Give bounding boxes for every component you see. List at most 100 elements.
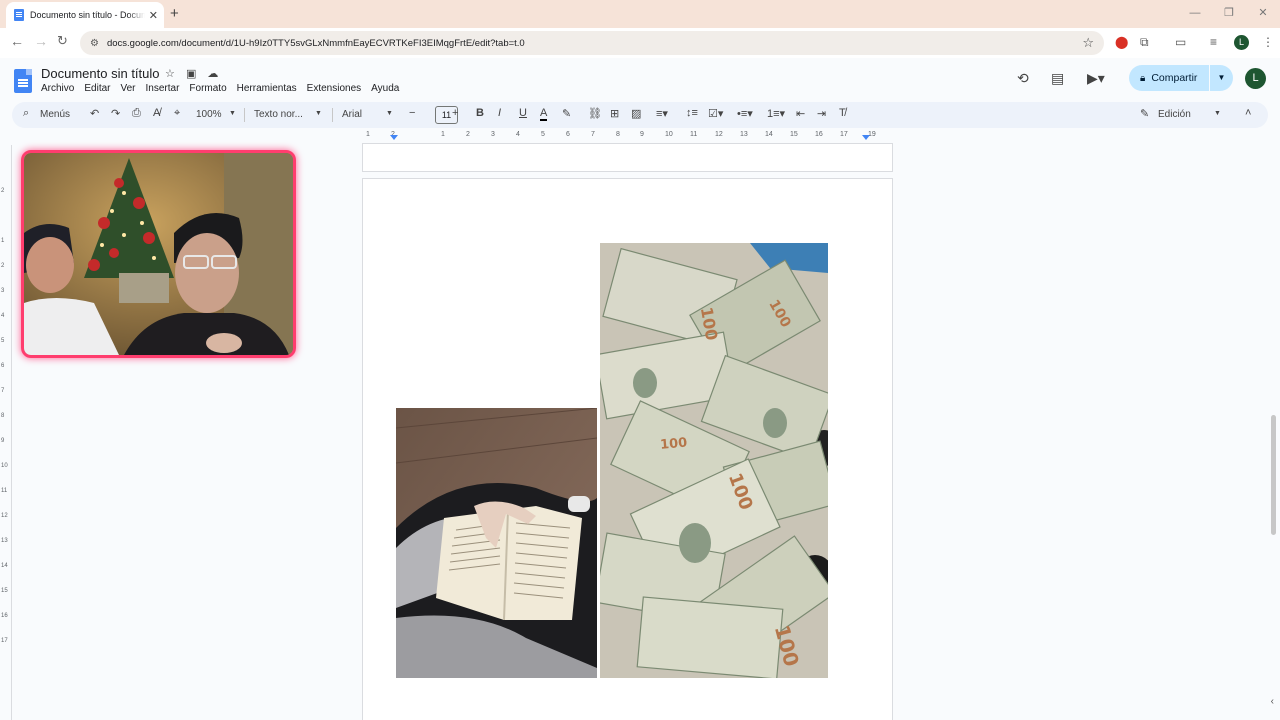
lock-icon: 🔒︎	[1140, 72, 1146, 84]
vruler-tick: 3	[1, 288, 5, 294]
ruler-tick: 14	[765, 131, 773, 138]
style-chevron-down-icon[interactable]: ▼	[315, 110, 322, 117]
hide-menus-chevron-up-icon[interactable]: ˄	[1245, 107, 1251, 119]
menu-ayuda[interactable]: Ayuda	[371, 83, 399, 94]
restore-icon[interactable]: ❐	[1212, 0, 1246, 28]
menu-archivo[interactable]: Archivo	[41, 83, 74, 94]
increase-font-size-icon[interactable]: +	[452, 107, 458, 119]
bulleted-list-icon[interactable]: •≡▾	[737, 107, 753, 120]
version-history-icon[interactable]: ⟲	[1017, 70, 1029, 87]
vertical-scrollbar[interactable]	[1271, 415, 1276, 535]
bold-icon[interactable]: B	[476, 107, 484, 119]
vruler-tick: 5	[1, 338, 5, 344]
menu-editar[interactable]: Editar	[84, 83, 110, 94]
share-dropdown-icon[interactable]: ▼	[1209, 65, 1233, 91]
close-tab-icon[interactable]: ✕	[149, 9, 158, 22]
cloud-saved-icon[interactable]: ☁	[207, 68, 218, 80]
print-icon[interactable]: ⎙	[132, 107, 141, 120]
checklist-icon[interactable]: ☑▾	[708, 107, 723, 120]
insert-link-icon[interactable]: ⛓	[588, 107, 602, 120]
decrease-font-size-icon[interactable]: −	[409, 107, 415, 119]
vruler-tick: 1	[1, 238, 5, 244]
title-icons: ☆ ▣ ☁	[165, 67, 226, 80]
reading-list-icon[interactable]: ≡	[1210, 35, 1217, 49]
browser-tab[interactable]: Documento sin título - Docume ✕	[6, 2, 164, 28]
window-controls: — ❐ ✕	[1178, 0, 1280, 28]
browser-menu-icon[interactable]: ⋮	[1262, 35, 1274, 49]
docs-favicon-icon	[14, 9, 24, 21]
reload-icon[interactable]: ↻	[57, 33, 68, 49]
numbered-list-icon[interactable]: 1≡▾	[767, 107, 785, 120]
url-text: docs.google.com/document/d/1U-h9Iz0TTY5s…	[106, 37, 525, 49]
menu-insertar[interactable]: Insertar	[146, 83, 180, 94]
vruler-tick: 16	[1, 613, 8, 619]
increase-indent-icon[interactable]: ⇥	[817, 107, 826, 120]
account-avatar[interactable]: L	[1245, 68, 1266, 89]
decrease-indent-icon[interactable]: ⇤	[796, 107, 805, 120]
browser-tab-strip: Documento sin título - Docume ✕ + — ❐ ✕	[0, 0, 1280, 28]
forward-icon[interactable]: →	[34, 33, 48, 49]
paragraph-style-select[interactable]: Texto nor...	[254, 109, 303, 120]
underline-icon[interactable]: U	[519, 107, 527, 119]
extensions-puzzle-icon[interactable]: ⧉	[1140, 35, 1149, 50]
bookmark-star-icon[interactable]: ☆	[1082, 35, 1094, 51]
cast-icon[interactable]: ▭	[1175, 35, 1186, 49]
close-window-icon[interactable]: ✕	[1246, 0, 1280, 28]
document-title[interactable]: Documento sin título	[41, 66, 160, 81]
ruler-tick: 4	[516, 131, 520, 138]
search-menus-icon[interactable]: ⌕	[23, 107, 29, 120]
paint-format-icon[interactable]: ⌖	[174, 107, 180, 120]
menu-ver[interactable]: Ver	[120, 83, 135, 94]
zoom-chevron-down-icon[interactable]: ▼	[229, 110, 236, 117]
font-chevron-down-icon[interactable]: ▼	[386, 110, 393, 117]
menu-extensiones[interactable]: Extensiones	[307, 83, 361, 94]
share-button[interactable]: 🔒︎ Compartir ▼	[1129, 65, 1233, 91]
move-folder-icon[interactable]: ▣	[186, 68, 196, 80]
vruler-tick: 7	[1, 388, 5, 394]
search-menus-label[interactable]: Menús	[40, 109, 70, 120]
undo-icon[interactable]: ↶	[90, 107, 99, 120]
site-info-icon[interactable]: ⚙	[90, 38, 99, 49]
document-page-1-bottom[interactable]	[362, 144, 893, 172]
docs-logo-icon[interactable]	[14, 69, 32, 93]
horizontal-ruler[interactable]: 1 2 1 2 3 4 5 6 7 8 9 10 11 12 13 14 15 …	[362, 130, 893, 143]
mode-chevron-down-icon[interactable]: ▼	[1214, 110, 1221, 117]
omnibox[interactable]: ⚙ docs.google.com/document/d/1U-h9Iz0TTY…	[80, 31, 1104, 55]
toolbar-divider	[244, 108, 245, 122]
book-photo-image[interactable]	[396, 408, 597, 678]
back-icon[interactable]: ←	[10, 33, 24, 49]
browser-profile-avatar[interactable]: L	[1234, 35, 1249, 50]
comments-icon[interactable]: ▤	[1051, 70, 1064, 87]
line-spacing-icon[interactable]: ↕≡	[686, 107, 698, 119]
redo-icon[interactable]: ↷	[111, 107, 120, 120]
meet-icon[interactable]: ▶▾	[1087, 70, 1105, 87]
address-bar-row: ← → ↻ ⚙ docs.google.com/document/d/1U-h9…	[0, 28, 1280, 58]
editing-mode-select[interactable]: Edición	[1158, 109, 1191, 120]
new-tab-icon[interactable]: +	[170, 5, 179, 22]
zoom-select[interactable]: 100%	[196, 109, 222, 120]
menu-herramientas[interactable]: Herramientas	[237, 83, 297, 94]
clear-formatting-icon[interactable]: T̸	[839, 107, 846, 119]
minimize-icon[interactable]: —	[1178, 0, 1212, 28]
ruler-tick: 13	[740, 131, 748, 138]
text-color-icon[interactable]: A	[540, 107, 548, 121]
money-pile-image[interactable]: 100 100 100 100 100	[600, 243, 828, 678]
add-comment-icon[interactable]: ⊞	[610, 107, 619, 120]
left-indent-marker[interactable]	[390, 135, 398, 140]
opera-extension-icon[interactable]: ⬤	[1115, 35, 1128, 49]
star-icon[interactable]: ☆	[165, 68, 175, 80]
vruler-tick: 15	[1, 588, 8, 594]
right-indent-marker[interactable]	[862, 135, 870, 140]
ruler-tick: 5	[541, 131, 545, 138]
toolbar-divider	[332, 108, 333, 122]
insert-image-icon[interactable]: ▨	[631, 107, 641, 120]
side-panel-chevron-left-icon[interactable]: ‹	[1271, 696, 1274, 707]
spellcheck-icon[interactable]: A̸	[153, 107, 160, 119]
align-icon[interactable]: ≡▾	[656, 107, 668, 120]
menu-formato[interactable]: Formato	[189, 83, 226, 94]
highlight-icon[interactable]: ✎	[562, 107, 571, 120]
editing-mode-pencil-icon[interactable]: ✎	[1140, 107, 1149, 120]
vertical-ruler[interactable]: 2 1 2 3 4 5 6 7 8 9 10 11 12 13 14 15 16…	[0, 145, 12, 720]
italic-icon[interactable]: I	[498, 107, 501, 119]
font-select[interactable]: Arial	[342, 109, 362, 120]
